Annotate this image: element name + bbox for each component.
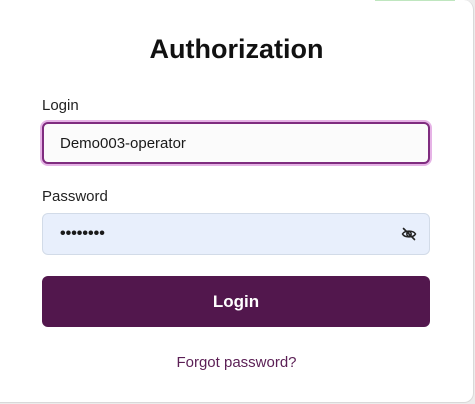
forgot-password-link[interactable]: Forgot password?: [0, 354, 473, 371]
corner-accent: [375, 0, 455, 1]
login-input-value: Demo003-operator: [60, 134, 186, 152]
password-input[interactable]: ••••••••: [42, 213, 430, 255]
page-title: Authorization: [149, 34, 324, 64]
auth-card: Authorization Login Demo003-operator Pas…: [0, 0, 474, 403]
password-input-value: ••••••••: [60, 225, 105, 242]
eye-slash-icon[interactable]: [401, 226, 417, 242]
login-input[interactable]: Demo003-operator: [42, 122, 430, 164]
login-button[interactable]: Login: [42, 276, 430, 327]
login-label: Login: [42, 97, 79, 114]
password-label: Password: [42, 188, 108, 205]
